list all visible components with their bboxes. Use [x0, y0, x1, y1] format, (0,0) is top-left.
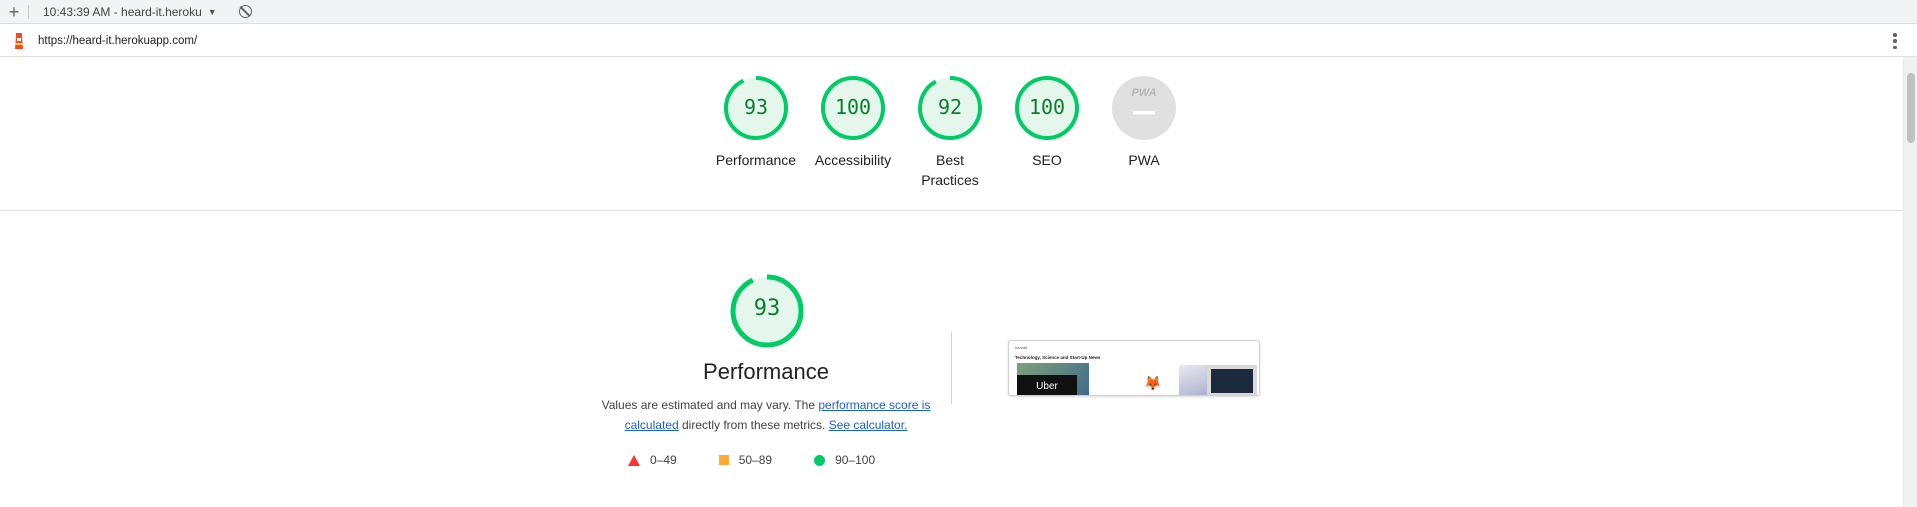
final-screenshot-thumbnail[interactable]: heardit Technology, Science and Start-Up…: [1008, 340, 1260, 396]
legend-item-average: 50–89: [718, 453, 773, 467]
performance-description: Values are estimated and may vary. The p…: [596, 395, 936, 435]
report-select-label: 10:43:39 AM - heard-it.heroku: [43, 4, 202, 19]
thumbnail-image-4: [1207, 365, 1257, 395]
score-scale-legend: 0–49 50–89 90–100: [628, 453, 917, 467]
gauge-seo-score: 100: [1028, 95, 1066, 119]
circle-icon: [814, 454, 826, 466]
gauge-accessibility-label: Accessibility: [814, 152, 892, 168]
see-calculator-link[interactable]: See calculator.: [829, 418, 908, 432]
vertical-scrollbar[interactable]: [1903, 57, 1917, 507]
performance-gauge: 93: [729, 273, 805, 349]
chevron-down-icon: ▼: [207, 6, 217, 17]
legend-range-fail: 0–49: [650, 453, 677, 467]
gauge-pwa-label: PWA: [1128, 152, 1160, 168]
report-toolbar: + 10:43:39 AM - heard-it.heroku ▼: [0, 0, 1917, 24]
square-icon: [718, 455, 729, 465]
clear-reports-icon[interactable]: [238, 5, 252, 18]
more-options-icon[interactable]: [1893, 33, 1897, 49]
report-url-bar: https://heard-it.herokuapp.com/: [0, 25, 1917, 57]
fox-icon: 🦊: [1144, 375, 1162, 391]
category-gauges: 93 Performance 100 Accessibility 92 Best…: [0, 75, 1903, 211]
performance-desc-text-2: directly from these metrics.: [678, 418, 829, 432]
performance-desc-text-1: Values are estimated and may vary. The: [601, 398, 819, 412]
legend-item-pass: 90–100: [814, 453, 875, 467]
section-divider: [0, 210, 1903, 211]
thumbnail-site-name: heardit: [1015, 345, 1028, 350]
gauge-seo-label: SEO: [1032, 152, 1062, 168]
legend-item-fail: 0–49: [628, 453, 677, 467]
report-select-dropdown[interactable]: 10:43:39 AM - heard-it.heroku ▼: [37, 5, 223, 19]
gauge-best-practices-label: Best Practices: [921, 152, 979, 188]
gauge-performance-score: 93: [743, 95, 769, 119]
gauge-seo[interactable]: 100 SEO: [992, 75, 1102, 170]
gauge-accessibility[interactable]: 100 Accessibility: [798, 75, 908, 170]
pwa-badge-icon: [1112, 76, 1176, 140]
gauge-performance[interactable]: 93 Performance: [701, 75, 811, 170]
lighthouse-icon: [15, 32, 23, 49]
gauge-accessibility-score: 100: [834, 95, 872, 119]
legend-range-pass: 90–100: [835, 453, 876, 467]
triangle-icon: [628, 454, 640, 466]
thumbnail-uber-caption: Uber: [1017, 375, 1077, 395]
gauge-best-practices-score: 92: [937, 95, 963, 119]
thumbnail-headline: Technology, Science and Start-Up News: [1015, 355, 1101, 360]
gauge-pwa[interactable]: PWA PWA: [1089, 75, 1199, 170]
gauge-best-practices[interactable]: 92 Best Practices: [895, 75, 1005, 190]
gauge-performance-label: Performance: [715, 152, 797, 168]
legend-range-average: 50–89: [738, 453, 773, 467]
vertical-divider: [951, 332, 952, 404]
new-report-icon[interactable]: +: [0, 0, 28, 24]
performance-score: 93: [753, 296, 781, 321]
pwa-badge-text: PWA: [1131, 87, 1157, 99]
toolbar-separator: [28, 4, 29, 19]
scrollbar-thumb[interactable]: [1907, 73, 1915, 143]
report-url[interactable]: https://heard-it.herokuapp.com/: [38, 35, 197, 47]
performance-title: Performance: [703, 359, 829, 384]
